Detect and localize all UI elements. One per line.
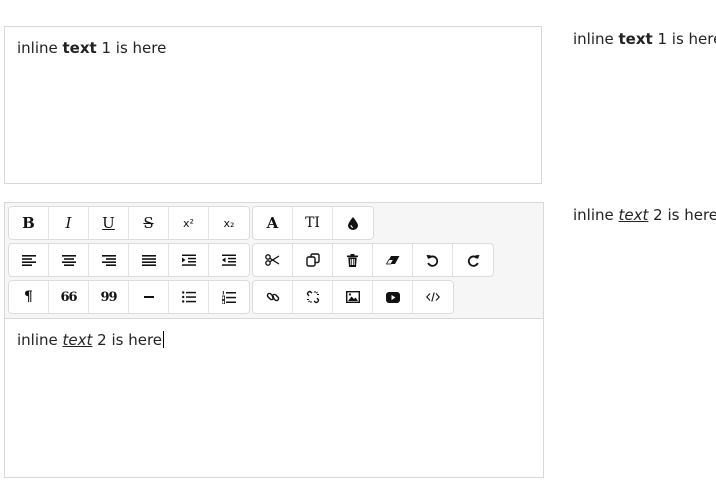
align-right-button[interactable] [89,244,129,276]
unlink-icon [306,290,319,304]
outdent-button[interactable] [209,244,249,276]
underline-icon: U [102,213,115,232]
editor-2-text-before: inline [17,331,63,349]
link-icon [266,292,279,302]
code-button[interactable] [413,281,453,313]
code-icon [426,292,440,302]
preview-2-text-before: inline [573,206,619,224]
indent-icon [181,254,196,266]
preview-1-text-bold: text [618,30,653,48]
quote-close-button[interactable]: 99 [89,281,129,313]
strikethrough-button[interactable]: S [129,207,169,239]
preview-1: inline text 1 is here [573,30,716,48]
copy-icon [305,253,320,267]
bold-button[interactable]: B [9,207,49,239]
toolbar-group-align [8,243,250,277]
copy-button[interactable] [293,244,333,276]
cut-icon [265,254,280,266]
toolbar-group-font: A TI [252,206,374,240]
font-color-icon: A [266,213,279,232]
paragraph-icon: ¶ [24,289,33,305]
editor-1-content[interactable]: inline text 1 is here [17,39,166,57]
editor-2-text[interactable]: inline text 2 is here [17,331,165,349]
editor-2: B I U S x² x₂ A TI ¶ 66 99 inline text 2… [4,202,544,478]
italic-button[interactable]: I [49,207,89,239]
editor-2-content[interactable]: inline text 2 is here [4,318,544,478]
align-center-icon [61,255,76,266]
preview-2-text-emph: text [618,206,649,224]
editor-1-text-before: inline [17,39,63,57]
editor-2-text-emph: text [62,331,93,349]
eraser-button[interactable] [373,244,413,276]
superscript-button[interactable]: x² [169,207,209,239]
subscript-button[interactable]: x₂ [209,207,249,239]
bullet-list-icon [181,291,196,303]
align-justify-button[interactable] [129,244,169,276]
video-button[interactable] [373,281,413,313]
preview-2: inline text 2 is here [573,206,716,224]
align-center-button[interactable] [49,244,89,276]
unlink-button[interactable] [293,281,333,313]
bullet-list-button[interactable] [169,281,209,313]
editor-2-text-after: 2 is here [92,331,163,349]
preview-1-text-after: 1 is here [652,30,716,48]
paragraph-button[interactable]: ¶ [9,281,49,313]
underline-button[interactable]: U [89,207,129,239]
redo-button[interactable] [453,244,493,276]
redo-icon [467,254,479,267]
toolbar-group-block: ¶ 66 99 [8,280,250,314]
horizontal-rule-button[interactable] [129,281,169,313]
font-size-button[interactable]: TI [293,207,333,239]
align-justify-icon [141,255,156,266]
editor-1-text-after: 1 is here [96,39,167,57]
align-left-icon [21,255,36,266]
image-button[interactable] [333,281,373,313]
superscript-icon: x² [183,216,194,230]
horizontal-rule-icon [143,296,154,298]
toolbar: B I U S x² x₂ A TI ¶ 66 99 [4,202,544,318]
editor-1-text-bold: text [62,39,97,57]
bold-icon: B [22,213,35,232]
font-color-button[interactable]: A [253,207,293,239]
subscript-icon: x₂ [223,216,235,230]
numbered-list-icon [222,290,236,304]
blockquote-icon: 66 [60,289,77,305]
outdent-icon [222,254,236,266]
cut-button[interactable] [253,244,293,276]
font-size-icon: TI [305,215,320,231]
text-caret [163,331,165,348]
undo-icon [426,254,439,267]
highlight-button[interactable] [333,207,373,239]
toolbar-group-edit [252,243,494,277]
quote-close-icon: 99 [100,289,117,305]
blockquote-button[interactable]: 66 [49,281,89,313]
preview-2-text-after: 2 is here [648,206,716,224]
indent-button[interactable] [169,244,209,276]
undo-button[interactable] [413,244,453,276]
toolbar-group-format: B I U S x² x₂ [8,206,250,240]
numbered-list-button[interactable] [209,281,249,313]
italic-icon: I [65,213,72,232]
strikethrough-icon: S [143,213,154,232]
delete-icon [347,253,358,267]
toolbar-group-insert [252,280,454,314]
highlight-drop-icon [348,216,358,230]
eraser-icon [385,256,399,265]
link-button[interactable] [253,281,293,313]
align-left-button[interactable] [9,244,49,276]
editor-1[interactable]: inline text 1 is here [4,26,542,184]
delete-button[interactable] [333,244,373,276]
image-icon [345,291,360,303]
video-icon [385,291,400,303]
align-right-icon [101,255,116,266]
preview-1-text-before: inline [573,30,619,48]
